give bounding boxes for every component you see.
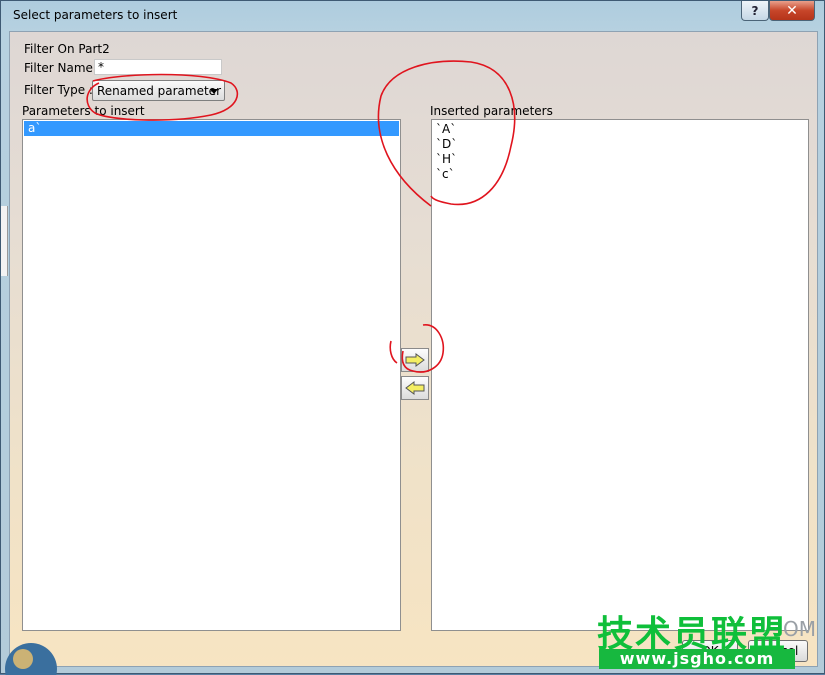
parameters-to-insert-label: Parameters to insert [22, 104, 145, 118]
filter-name-label: Filter Name : [24, 61, 101, 75]
filter-name-input[interactable]: * [94, 59, 222, 75]
watermark: 技术员联盟 OM www.jsgho.com [597, 605, 817, 673]
title-bar[interactable]: Select parameters to insert ? ✕ [1, 1, 824, 31]
left-arrow-icon [405, 381, 425, 395]
watermark-url: www.jsgho.com [599, 649, 795, 669]
filter-type-label: Filter Type : [24, 83, 93, 97]
inserted-parameters-list[interactable]: `A` `D` `H` `c` [431, 119, 809, 631]
chevron-down-icon [210, 89, 218, 94]
inserted-parameters-label: Inserted parameters [430, 104, 553, 118]
window-title: Select parameters to insert [13, 8, 178, 22]
insert-button[interactable] [401, 348, 429, 372]
parameters-to-insert-list[interactable]: a` [22, 119, 401, 631]
background-window-edge [1, 206, 8, 276]
help-button[interactable]: ? [741, 1, 769, 21]
right-arrow-icon [405, 353, 425, 367]
list-item[interactable]: a` [24, 121, 399, 136]
list-item[interactable]: `D` [432, 137, 808, 152]
list-item[interactable]: `c` [432, 167, 808, 182]
remove-button[interactable] [401, 376, 429, 400]
desktop-orb-icon [5, 643, 57, 675]
dialog-body: Filter On Part2 Filter Name : * Filter T… [9, 31, 818, 667]
list-item[interactable]: `A` [432, 122, 808, 137]
watermark-com: OM [783, 617, 816, 641]
list-item[interactable]: `H` [432, 152, 808, 167]
filter-type-value: Renamed parameter [97, 84, 221, 98]
filter-type-dropdown[interactable]: Renamed parameter [92, 80, 225, 101]
close-button[interactable]: ✕ [769, 1, 815, 21]
filter-on-label: Filter On Part2 [24, 42, 110, 56]
dialog-window: Select parameters to insert ? ✕ Filter O… [0, 0, 825, 675]
